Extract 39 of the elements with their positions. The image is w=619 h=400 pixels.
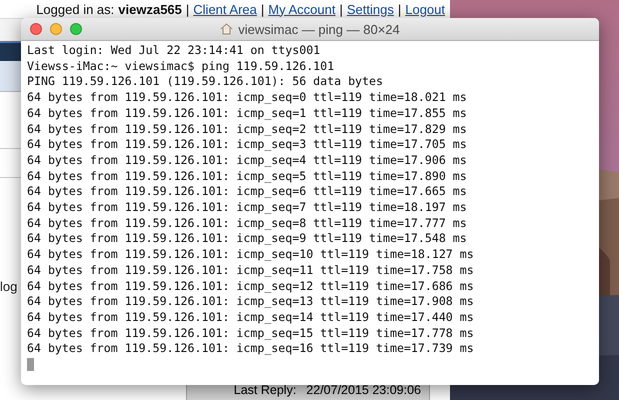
header-link[interactable]: Settings: [346, 2, 394, 16]
logged-in-label: Logged in as:: [36, 2, 114, 16]
terminal-line: 64 bytes from 119.59.126.101: icmp_seq=0 ttl=119 time=18.021 ms: [27, 90, 468, 106]
terminal-line: 64 bytes from 119.59.126.101: icmp_seq=16 ttl=119 time=17.739 ms: [27, 341, 475, 358]
terminal-line: 64 bytes from 119.59.126.101: icmp_seq=11 ttl=119 time=17.758 ms: [27, 262, 475, 279]
terminal-line: Viewss-iMac:~ viewsimac$ ping 119.59.126.101: [27, 58, 336, 74]
username: viewza565: [118, 2, 182, 16]
header-link[interactable]: Client Area: [193, 2, 257, 16]
separator: |: [339, 2, 343, 16]
terminal-line: 64 bytes from 119.59.126.101: icmp_seq=3 ttl=119 time=17.705 ms: [27, 137, 468, 153]
terminal-line: 64 bytes from 119.59.126.101: icmp_seq=13 ttl=119 time=17.908 ms: [27, 294, 475, 310]
terminal-line: 64 bytes from 119.59.126.101: icmp_seq=5 ttl=119 time=17.890 ms: [27, 168, 468, 184]
separator: |: [186, 2, 190, 16]
terminal-line: 64 bytes from 119.59.126.101: icmp_seq=12 ttl=119 time=17.686 ms: [27, 278, 475, 294]
window-title: viewsimac — ping — 80×24: [238, 22, 400, 36]
last-reply-date: 22/07/2015 23:09:06: [306, 383, 421, 397]
terminal-line: 64 bytes from 119.59.126.101: icmp_seq=4 ttl=119 time=17.906 ms: [27, 152, 468, 169]
terminal-line: 64 bytes from 119.59.126.101: icmp_seq=7 ttl=119 time=18.197 ms: [27, 200, 468, 216]
header-link[interactable]: My Account: [268, 2, 336, 16]
terminal-line: 64 bytes from 119.59.126.101: icmp_seq=1 ttl=119 time=17.855 ms: [27, 106, 468, 122]
terminal-line: 64 bytes from 119.59.126.101: icmp_seq=10 ttl=119 time=18.127 ms: [27, 247, 475, 263]
terminal-line: 64 bytes from 119.59.126.101: icmp_seq=6 ttl=119 time=17.665 ms: [27, 184, 468, 200]
terminal-line: 64 bytes from 119.59.126.101: icmp_seq=8 ttl=119 time=17.777 ms: [27, 216, 468, 232]
close-button[interactable]: [30, 23, 42, 35]
terminal-line: PING 119.59.126.101 (119.59.126.101): 56 data bytes: [27, 74, 384, 90]
separator: |: [398, 2, 402, 16]
terminal-line: 64 bytes from 119.59.126.101: icmp_seq=14 ttl=119 time=17.440 ms: [27, 310, 475, 326]
last-reply-label: Last Reply:: [234, 383, 296, 397]
terminal-line: 64 bytes from 119.59.126.101: icmp_seq=9 ttl=119 time=17.548 ms: [27, 231, 468, 248]
home-icon: [220, 23, 234, 35]
zoom-button[interactable]: [70, 23, 82, 35]
terminal-line: 64 bytes from 119.59.126.101: icmp_seq=15 ttl=119 time=17.778 ms: [27, 326, 475, 342]
text-cursor: [27, 358, 34, 372]
terminal-line: 64 bytes from 119.59.126.101: icmp_seq=2 ttl=119 time=17.829 ms: [27, 122, 468, 138]
header-link[interactable]: Logout: [405, 2, 445, 16]
terminal-line: Last login: Wed Jul 22 23:14:41 on ttys001: [27, 43, 322, 59]
cut-text: log: [0, 278, 18, 296]
minimize-button[interactable]: [50, 23, 62, 35]
separator: |: [260, 2, 264, 16]
